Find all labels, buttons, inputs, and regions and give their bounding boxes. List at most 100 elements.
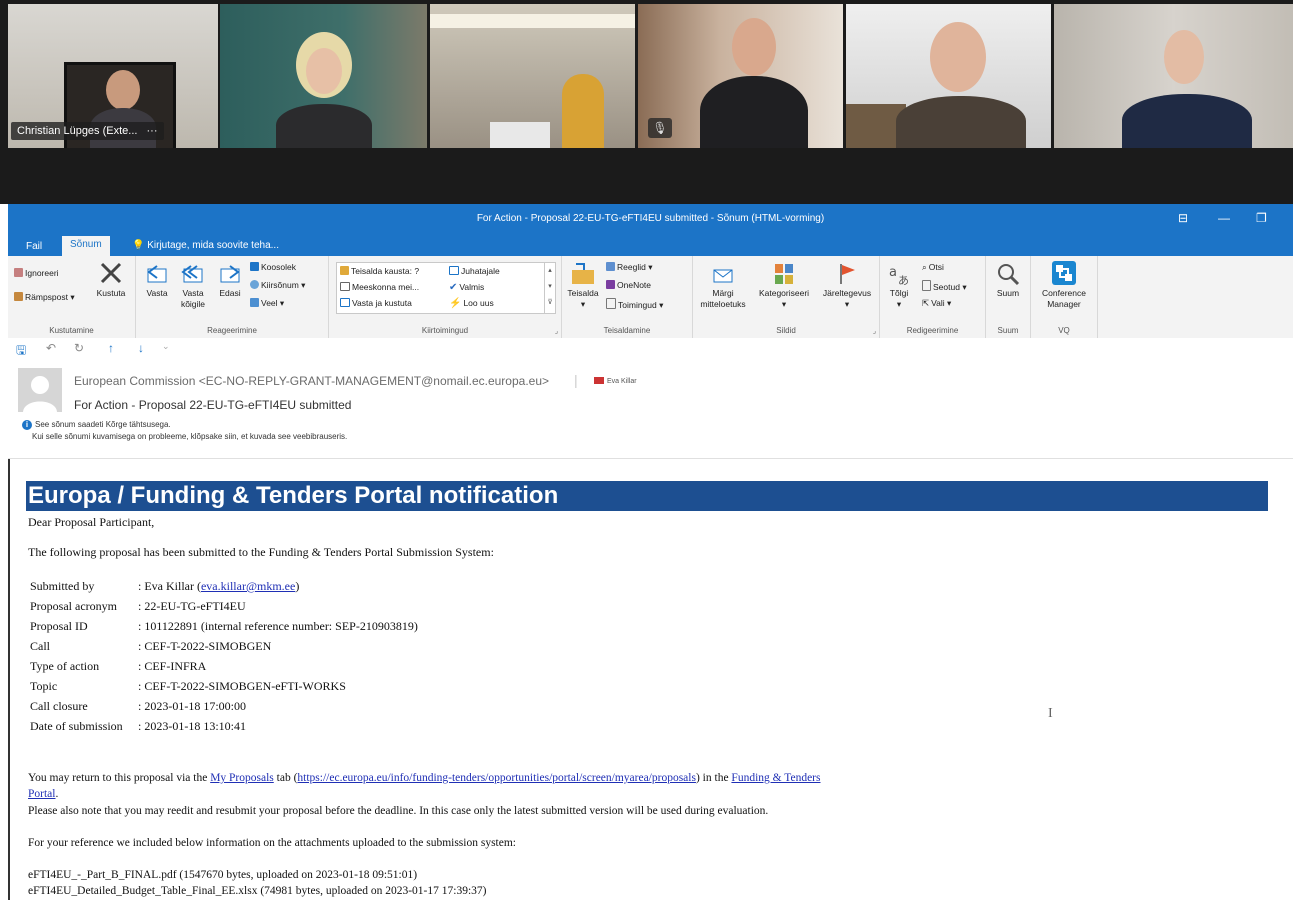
previous-item-icon[interactable]: ↑ xyxy=(108,341,114,355)
video-tile-6[interactable] xyxy=(1054,4,1293,148)
quickstep-team-email[interactable]: Meeskonna mei... xyxy=(340,282,419,292)
mark-unread-label-1: Märgi xyxy=(712,288,734,298)
video-tile-4[interactable]: 🎙 xyxy=(638,4,843,148)
video-tile-3[interactable] xyxy=(430,4,635,148)
restore-icon[interactable]: ❐ xyxy=(1256,211,1267,225)
folder-icon xyxy=(340,266,349,275)
mark-unread-label-2: mitteloetuks xyxy=(700,299,746,309)
im-button[interactable]: Kiirsõnum ▾ xyxy=(250,280,305,291)
reply-button[interactable]: Vasta xyxy=(142,262,172,299)
junk-button[interactable]: Rämpspost ▾ xyxy=(14,292,75,303)
video-call-strip: Christian Lüpges (Exte... ··· 🎙 xyxy=(0,0,1293,204)
dialog-launcher-icon[interactable]: ⌟ xyxy=(873,327,876,335)
info-bar-browser[interactable]: Kui selle sõnumi kuvamisega on probleeme… xyxy=(32,432,347,441)
customize-toolbar-icon[interactable]: ⌄ xyxy=(162,341,170,352)
video-tile-2[interactable] xyxy=(220,4,427,148)
group-vq-label: VQ xyxy=(1058,326,1070,335)
group-respond-label: Reageerimine xyxy=(207,326,257,335)
recipient-chip[interactable]: Eva Killar xyxy=(594,377,637,385)
quick-steps-gallery: Teisalda kausta: ? Meeskonna mei... Vast… xyxy=(336,262,556,314)
quick-steps-scroll[interactable]: ▴ ▾ ⊽ xyxy=(544,263,555,313)
submitter-email-link[interactable]: eva.killar@mkm.ee xyxy=(201,579,295,593)
rules-button[interactable]: Reeglid ▾ xyxy=(606,262,652,273)
detail-key-type-of-action: Type of action xyxy=(30,659,100,673)
ignore-button[interactable]: Ignoreeri xyxy=(14,268,59,278)
quickstep-to-manager[interactable]: Juhatajale xyxy=(449,266,500,276)
reply-icon xyxy=(147,265,167,283)
my-proposals-link[interactable]: My Proposals xyxy=(210,772,274,784)
participant-name: Christian Lüpges (Exte... xyxy=(17,125,138,137)
redo-icon[interactable]: ↻ xyxy=(74,341,84,355)
message-body: Europa / Funding & Tenders Portal notifi… xyxy=(8,459,1293,900)
participant-head xyxy=(1164,30,1204,84)
ignore-icon xyxy=(14,268,23,277)
quickstep-create-new[interactable]: ⚡ Loo uus xyxy=(449,298,494,309)
undo-icon[interactable]: ↶ xyxy=(46,341,56,355)
quickstep-create-new-label: Loo uus xyxy=(463,298,494,308)
flag-icon xyxy=(840,264,855,284)
more-respond-button[interactable]: Veel ▾ xyxy=(250,298,284,309)
actions-button[interactable]: Toimingud ▾ xyxy=(606,298,663,311)
translate-button[interactable]: aあ Tõlgi ▾ xyxy=(884,262,914,310)
junk-icon xyxy=(14,292,23,301)
find-button[interactable]: ⌕ Otsi xyxy=(922,262,944,273)
conference-manager-icon xyxy=(1052,261,1076,285)
dialog-launcher-icon[interactable]: ⌟ xyxy=(555,327,558,335)
attachments-intro: For your reference we included below inf… xyxy=(28,837,516,849)
text-cursor-icon: I xyxy=(1048,706,1053,721)
quickstep-move-to[interactable]: Teisalda kausta: ? xyxy=(340,266,419,276)
related-button[interactable]: Seotud ▾ xyxy=(922,280,967,293)
delete-button[interactable]: Kustuta xyxy=(92,260,130,299)
tab-message[interactable]: Sõnum xyxy=(62,236,110,256)
conference-manager-button[interactable]: Conference Manager xyxy=(1035,260,1093,310)
mark-unread-button[interactable]: Märgi mitteloetuks xyxy=(695,262,751,310)
zoom-button[interactable]: Suum xyxy=(990,262,1026,299)
select-button[interactable]: ⇱ Vali ▾ xyxy=(922,298,951,309)
detail-key-proposal-id: Proposal ID xyxy=(30,619,88,633)
ignore-label: Ignoreeri xyxy=(25,268,59,278)
detail-key-call-closure: Call closure xyxy=(30,699,88,713)
quickstep-reply-delete[interactable]: Vasta ja kustuta xyxy=(340,298,412,308)
mark-unread-icon xyxy=(713,269,733,283)
meeting-button[interactable]: Koosolek xyxy=(250,262,296,272)
participant-head xyxy=(930,22,986,92)
follow-up-button[interactable]: Järeltegevus ▾ xyxy=(819,262,875,310)
group-vq: Conference Manager VQ xyxy=(1031,256,1098,338)
more-options-icon[interactable]: ··· xyxy=(147,125,158,137)
junk-label: Rämpspost xyxy=(25,292,68,302)
message-subject: For Action - Proposal 22-EU-TG-eFTI4EU s… xyxy=(74,398,352,412)
categorize-button[interactable]: Kategoriseeri ▾ xyxy=(753,262,815,310)
tell-me-search[interactable]: 💡 Kirjutage, mida soovite teha... xyxy=(132,240,279,251)
follow-up-label: Järeltegevus xyxy=(822,288,872,298)
banner-stand xyxy=(562,74,604,148)
ribbon-display-options-icon[interactable]: ⊟ xyxy=(1178,211,1188,225)
minimize-icon[interactable]: — xyxy=(1218,211,1230,225)
forward-button[interactable]: Edasi xyxy=(214,262,246,299)
detail-value-type-of-action: : CEF-INFRA xyxy=(138,659,207,673)
reply-delete-icon xyxy=(340,298,350,307)
funding-tenders-link-part1[interactable]: Funding & Tenders xyxy=(731,772,820,784)
participant-name-tag: Christian Lüpges (Exte... ··· xyxy=(11,122,164,140)
calendar-icon xyxy=(250,262,259,271)
quickstep-done[interactable]: ✔ Valmis xyxy=(449,282,484,293)
select-label: Vali xyxy=(931,298,945,308)
move-button[interactable]: Teisalda ▾ xyxy=(566,262,600,310)
group-tags-label: Sildid xyxy=(776,326,796,335)
sender-address[interactable]: European Commission <EC-NO-REPLY-GRANT-M… xyxy=(74,374,549,388)
tell-me-text: Kirjutage, mida soovite teha... xyxy=(147,240,279,251)
onenote-button[interactable]: OneNote xyxy=(606,280,651,290)
return-mid2: ) in the xyxy=(695,772,732,784)
search-icon: ⌕ xyxy=(922,262,927,272)
funding-tenders-link-part2[interactable]: Portal xyxy=(28,788,55,800)
video-tile-5[interactable] xyxy=(846,4,1051,148)
forward-manager-icon xyxy=(449,266,459,275)
next-item-icon[interactable]: ↓ xyxy=(138,341,144,355)
tab-file[interactable]: Fail xyxy=(18,238,50,255)
move-folder-icon xyxy=(572,263,594,284)
participant-body xyxy=(700,76,808,148)
proposals-url-link[interactable]: https://ec.europa.eu/info/funding-tender… xyxy=(297,772,696,784)
video-tile-1[interactable]: Christian Lüpges (Exte... ··· xyxy=(8,4,218,148)
sender-avatar[interactable] xyxy=(18,368,62,412)
delete-label: Kustuta xyxy=(96,288,126,298)
reply-all-button[interactable]: Vasta kõigile xyxy=(176,262,210,310)
